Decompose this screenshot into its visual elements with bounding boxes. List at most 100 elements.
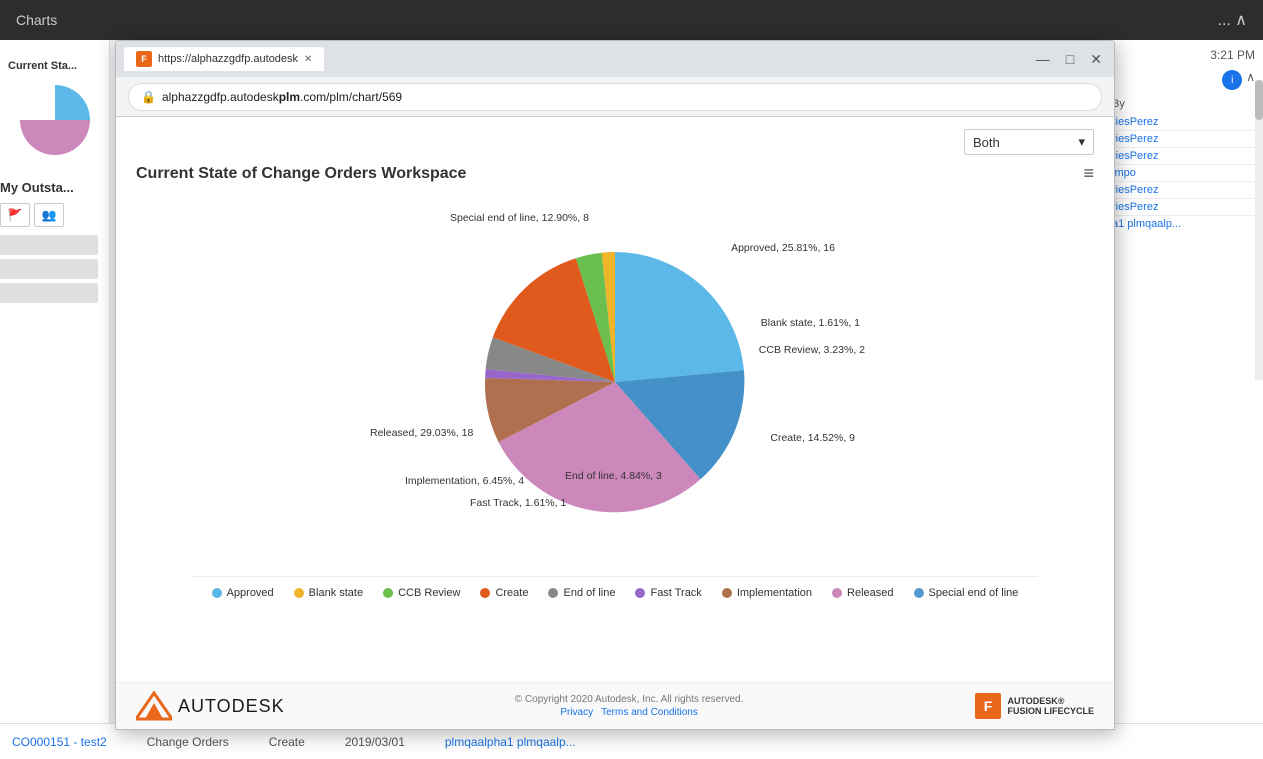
legend-dot-released (832, 588, 842, 598)
close-button[interactable]: ✕ (1086, 49, 1106, 70)
chrome-titlebar: F https://alphazzgdfp.autodesk ✕ — □ ✕ (116, 41, 1114, 77)
right-list: riesPerez riesPerez riesPerez impo riesP… (1112, 114, 1255, 232)
legend-dot-fast-track (635, 588, 645, 598)
bottom-item-2: Change Orders (147, 735, 229, 749)
slice-approved[interactable] (615, 252, 744, 382)
people-tab[interactable]: 👥 (34, 203, 64, 227)
right-list-item[interactable]: riesPerez (1112, 114, 1255, 131)
tab-row: 🚩 👥 (0, 203, 109, 227)
legend-label-create: Create (495, 587, 528, 599)
time-display: 3:21 PM (1112, 48, 1255, 62)
legend-label-fast-track: Fast Track (650, 587, 701, 599)
fusion-text: AUTODESK® FUSION LIFECYCLE (1007, 696, 1094, 716)
legend-label-released: Released (847, 587, 893, 599)
dropdown-arrow: ▾ (1078, 134, 1085, 150)
scrollbar-track (1255, 80, 1263, 380)
current-state-label: Current Sta... (0, 60, 109, 80)
chart-footer: AUTODESK © Copyright 2020 Autodesk, Inc.… (116, 682, 1114, 729)
pie-slices (485, 252, 744, 512)
legend-label-eol: End of line (563, 587, 615, 599)
bottom-item-4: 2019/03/01 (345, 735, 405, 749)
chart-title-row: Current State of Change Orders Workspace… (136, 163, 1094, 184)
legend-label-blank-state: Blank state (309, 587, 363, 599)
legend-item-eol: End of line (548, 587, 615, 599)
legend-item-implementation: Implementation (722, 587, 812, 599)
legend-dot-blank-state (294, 588, 304, 598)
bottom-item-5[interactable]: plmqaalpha1 plmqaalp... (445, 735, 576, 749)
right-list-item[interactable]: riesPerez (1112, 131, 1255, 148)
legend-dot-create (480, 588, 490, 598)
list-rows (0, 235, 109, 303)
legend-label-ccb-review: CCB Review (398, 587, 460, 599)
close-tab-icon[interactable]: ✕ (304, 54, 312, 65)
chart-page: Both ▾ Current State of Change Orders Wo… (116, 117, 1114, 729)
legend-item-special-eol: Special end of line (914, 587, 1019, 599)
avatar-icon: i (1222, 70, 1242, 90)
lock-icon: 🔒 (141, 90, 156, 104)
list-row (0, 235, 98, 255)
maximize-button[interactable]: □ (1062, 49, 1078, 69)
chrome-window: F https://alphazzgdfp.autodesk ✕ — □ ✕ 🔒… (115, 40, 1115, 730)
fusion-logo-svg: F (973, 691, 1003, 721)
chrome-favicon: F (136, 51, 152, 67)
autodesk-text: AUTODESK (178, 696, 285, 717)
app-header: Charts ... ∧ (0, 0, 1263, 40)
flag-tab[interactable]: 🚩 (0, 203, 30, 227)
legend-item-approved: Approved (212, 587, 274, 599)
window-controls: — □ ✕ (1032, 49, 1106, 70)
chrome-tab-title: https://alphazzgdfp.autodesk (158, 53, 298, 65)
privacy-link[interactable]: Privacy (560, 707, 593, 718)
right-list-item[interactable]: a1 plmqaalp... (1112, 216, 1255, 232)
right-list-item[interactable]: riesPerez (1112, 199, 1255, 216)
scrollbar-thumb[interactable] (1255, 80, 1263, 120)
dropdown-label: Both (973, 135, 1000, 150)
pie-chart-svg (445, 212, 785, 552)
fusion-brand: AUTODESK® (1007, 696, 1094, 706)
bottom-item-3: Create (269, 735, 305, 749)
copyright-text: © Copyright 2020 Autodesk, Inc. All righ… (515, 694, 744, 705)
legend-dot-eol (548, 588, 558, 598)
my-outstanding-title: My Outsta... (0, 180, 109, 195)
fusion-lifecycle-logo: F AUTODESK® FUSION LIFECYCLE (973, 691, 1094, 721)
url-text: alphazzgdfp.autodeskplm.com/plm/chart/56… (162, 90, 402, 104)
chart-legend: Approved Blank state CCB Review Create (192, 576, 1039, 609)
chart-area: Approved, 25.81%, 16 Blank state, 1.61%,… (136, 192, 1094, 609)
pie-container: Approved, 25.81%, 16 Blank state, 1.61%,… (355, 192, 875, 572)
minimize-button[interactable]: — (1032, 49, 1054, 69)
right-list-item[interactable]: impo (1112, 165, 1255, 182)
bottom-item-1[interactable]: CO000151 - test2 (12, 735, 107, 749)
chart-page-header: Both ▾ (116, 117, 1114, 163)
legend-dot-approved (212, 588, 222, 598)
autodesk-logo-svg (136, 691, 172, 721)
legend-item-ccb-review: CCB Review (383, 587, 460, 599)
legend-item-released: Released (832, 587, 893, 599)
hamburger-icon[interactable]: ≡ (1083, 163, 1094, 184)
right-list-item[interactable]: riesPerez (1112, 148, 1255, 165)
legend-item-fast-track: Fast Track (635, 587, 701, 599)
app-title: Charts (16, 12, 57, 28)
my-outstanding-section: My Outsta... 🚩 👥 (0, 180, 109, 303)
list-row (0, 283, 98, 303)
legend-dot-implementation (722, 588, 732, 598)
legend-item-create: Create (480, 587, 528, 599)
footer-links: Privacy Terms and Conditions (560, 707, 698, 718)
legend-dot-special-eol (914, 588, 924, 598)
legend-label-implementation: Implementation (737, 587, 812, 599)
legend-label-special-eol: Special end of line (929, 587, 1019, 599)
app-header-icons: ... ∧ (1218, 10, 1248, 30)
right-list-item[interactable]: riesPerez (1112, 182, 1255, 199)
expand-icon[interactable]: ∧ (1246, 70, 1255, 90)
mini-pie-chart (15, 80, 95, 160)
by-label: By (1112, 98, 1255, 110)
chrome-omnibar: 🔒 alphazzgdfp.autodeskplm.com/plm/chart/… (116, 77, 1114, 117)
right-panel: 3:21 PM i ∧ By riesPerez riesPerez riesP… (1103, 40, 1263, 759)
chart-title: Current State of Change Orders Workspace (136, 165, 466, 183)
autodesk-logo: AUTODESK (136, 691, 285, 721)
both-dropdown[interactable]: Both ▾ (964, 129, 1094, 155)
chrome-tab[interactable]: F https://alphazzgdfp.autodesk ✕ (124, 47, 324, 71)
terms-link[interactable]: Terms and Conditions (601, 707, 698, 718)
svg-text:F: F (984, 698, 993, 714)
sidebar: Current Sta... My Outsta... 🚩 👥 (0, 40, 110, 759)
chart-body: Current State of Change Orders Workspace… (116, 163, 1114, 682)
url-bar[interactable]: 🔒 alphazzgdfp.autodeskplm.com/plm/chart/… (128, 83, 1102, 111)
